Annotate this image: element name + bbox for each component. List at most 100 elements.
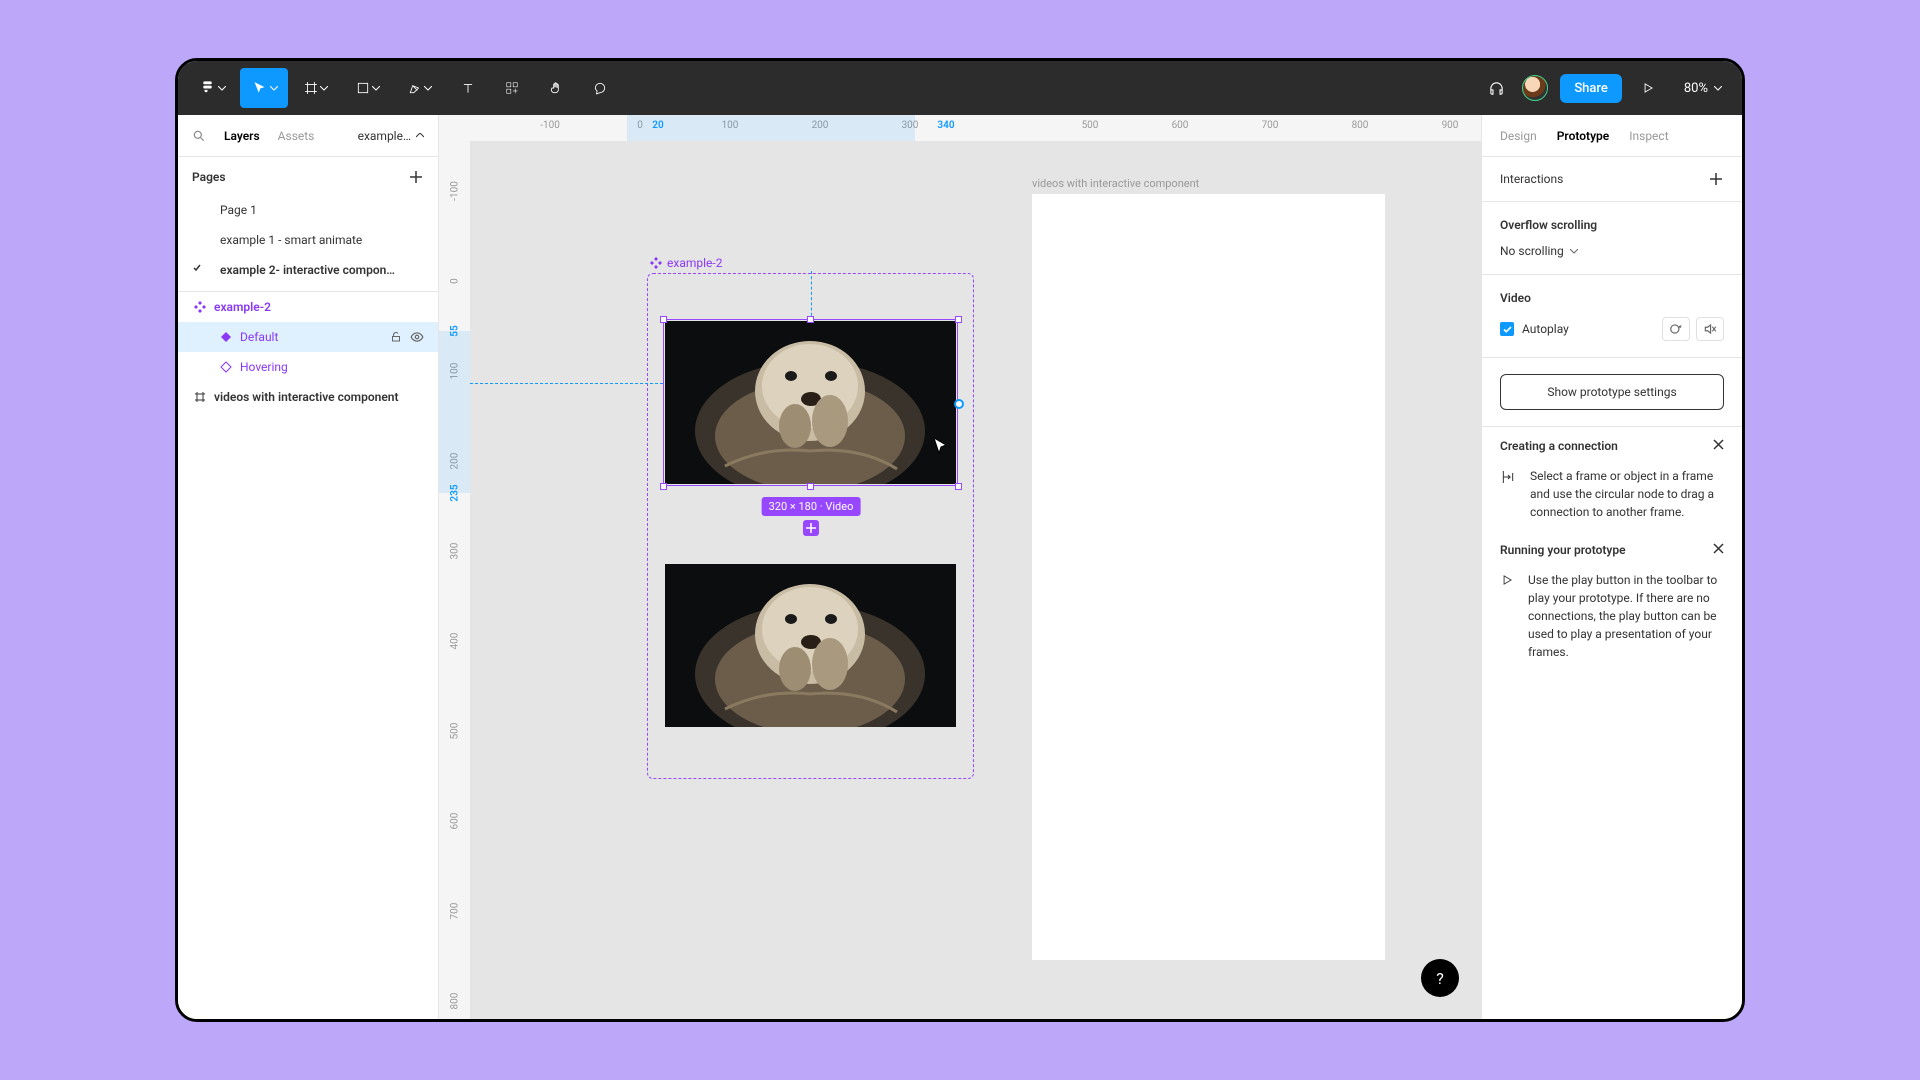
mute-icon — [1703, 323, 1717, 335]
chevron-down-icon — [1570, 249, 1578, 254]
alignment-guide — [811, 271, 812, 321]
move-tool-button[interactable] — [240, 68, 288, 108]
variant-icon — [220, 361, 232, 373]
top-toolbar: Share 80% — [178, 61, 1742, 115]
interactions-title: Interactions — [1500, 172, 1563, 186]
otter-image — [665, 564, 956, 727]
app-window: Share 80% Layers Assets example… — [175, 58, 1745, 1022]
page-item[interactable]: Page 1 — [178, 195, 438, 225]
component-icon — [650, 257, 662, 269]
cursor-icon — [933, 437, 949, 459]
add-interaction-button[interactable] — [1708, 171, 1724, 187]
zoom-dropdown[interactable]: 80% — [1674, 81, 1732, 96]
tab-assets[interactable]: Assets — [278, 129, 315, 143]
frame-icon — [194, 391, 206, 403]
pen-tool-button[interactable] — [396, 68, 444, 108]
figma-icon — [199, 80, 216, 97]
connection-icon — [1500, 469, 1516, 485]
plus-icon — [410, 171, 422, 183]
check-icon — [193, 264, 201, 272]
dismiss-help-connection[interactable] — [1713, 439, 1724, 453]
eye-icon[interactable] — [410, 330, 424, 344]
video-thumbnail-hovering[interactable] — [665, 564, 956, 727]
user-avatar[interactable] — [1522, 75, 1548, 101]
resources-tool-button[interactable] — [492, 68, 532, 108]
right-tabs: Design Prototype Inspect — [1482, 115, 1742, 157]
component-icon — [194, 301, 206, 313]
text-icon — [461, 81, 475, 95]
overflow-scrolling-dropdown[interactable]: No scrolling — [1500, 244, 1724, 258]
canvas-area[interactable]: -100020100200300340500600700800900 -1000… — [439, 115, 1481, 1019]
help-fab[interactable]: ? — [1421, 959, 1459, 997]
mute-toggle[interactable] — [1696, 317, 1724, 341]
audio-button[interactable] — [1482, 68, 1510, 108]
ruler-horizontal[interactable]: -100020100200300340500600700800900 — [470, 115, 1481, 141]
present-button[interactable] — [1634, 68, 1662, 108]
ruler-vertical[interactable]: -100055100200235300400500600700800 — [439, 141, 470, 1019]
cursor-icon — [251, 80, 268, 97]
comment-tool-button[interactable] — [580, 68, 620, 108]
component-label[interactable]: example-2 — [650, 256, 722, 270]
text-tool-button[interactable] — [448, 68, 488, 108]
help-connection-title: Creating a connection — [1500, 439, 1618, 453]
loop-toggle[interactable] — [1662, 317, 1690, 341]
tab-inspect[interactable]: Inspect — [1629, 129, 1668, 143]
rectangle-icon — [356, 81, 370, 95]
close-icon — [1713, 543, 1724, 554]
hand-icon — [549, 81, 563, 95]
chevron-down-icon — [372, 86, 380, 91]
dimensions-badge: 320 × 180 · Video — [762, 497, 861, 516]
frame-label[interactable]: videos with interactive component — [1032, 177, 1199, 190]
loop-icon — [1669, 323, 1683, 335]
pen-icon — [408, 81, 422, 95]
frame-artboard[interactable] — [1032, 194, 1385, 960]
chevron-down-icon — [320, 86, 328, 91]
add-page-button[interactable] — [408, 169, 424, 185]
plus-icon — [806, 523, 816, 533]
unlock-icon[interactable] — [390, 331, 402, 343]
share-button[interactable]: Share — [1560, 74, 1622, 103]
plus-icon — [1710, 173, 1722, 185]
layer-component[interactable]: example-2 — [178, 292, 438, 322]
tab-design[interactable]: Design — [1500, 129, 1537, 143]
comment-icon — [593, 81, 607, 95]
main-menu-button[interactable] — [188, 68, 236, 108]
page-item[interactable]: example 1 - smart animate — [178, 225, 438, 255]
autoplay-checkbox[interactable] — [1500, 322, 1514, 336]
shape-tool-button[interactable] — [344, 68, 392, 108]
left-panel: Layers Assets example… Pages Page 1 exam… — [178, 115, 439, 1019]
chevron-down-icon — [218, 86, 226, 91]
pages-title: Pages — [192, 170, 226, 184]
layer-frame[interactable]: videos with interactive component — [178, 382, 438, 412]
chevron-up-icon — [416, 133, 424, 138]
layer-variant-hovering[interactable]: Hovering — [178, 352, 438, 382]
frame-icon — [304, 81, 318, 95]
alignment-guide — [470, 383, 663, 384]
add-interaction-button[interactable] — [803, 520, 819, 536]
chevron-down-icon — [270, 86, 278, 91]
canvas[interactable]: videos with interactive component exampl… — [470, 141, 1481, 1019]
tab-layers[interactable]: Layers — [224, 129, 260, 143]
tab-prototype[interactable]: Prototype — [1557, 129, 1610, 143]
autoplay-label: Autoplay — [1522, 322, 1569, 336]
page-selector[interactable]: example… — [358, 129, 424, 143]
video-title: Video — [1500, 291, 1531, 305]
page-item-current[interactable]: example 2- interactive compon… — [178, 255, 438, 285]
chevron-down-icon — [1714, 86, 1722, 91]
help-running-body: Use the play button in the toolbar to pl… — [1528, 571, 1724, 661]
search-icon[interactable] — [192, 129, 206, 143]
frame-tool-button[interactable] — [292, 68, 340, 108]
prototype-connection-node[interactable] — [954, 399, 964, 409]
check-icon — [1503, 325, 1512, 334]
layer-variant-default[interactable]: Default — [178, 322, 438, 352]
variant-icon — [220, 331, 232, 343]
dismiss-help-running[interactable] — [1713, 543, 1724, 557]
resources-icon — [505, 81, 519, 95]
show-prototype-settings-button[interactable]: Show prototype settings — [1500, 374, 1724, 410]
zoom-value: 80% — [1684, 81, 1708, 96]
help-connection-body: Select a frame or object in a frame and … — [1530, 467, 1724, 521]
close-icon — [1713, 439, 1724, 450]
play-icon — [1500, 573, 1514, 587]
selection-outline — [663, 319, 958, 486]
hand-tool-button[interactable] — [536, 68, 576, 108]
